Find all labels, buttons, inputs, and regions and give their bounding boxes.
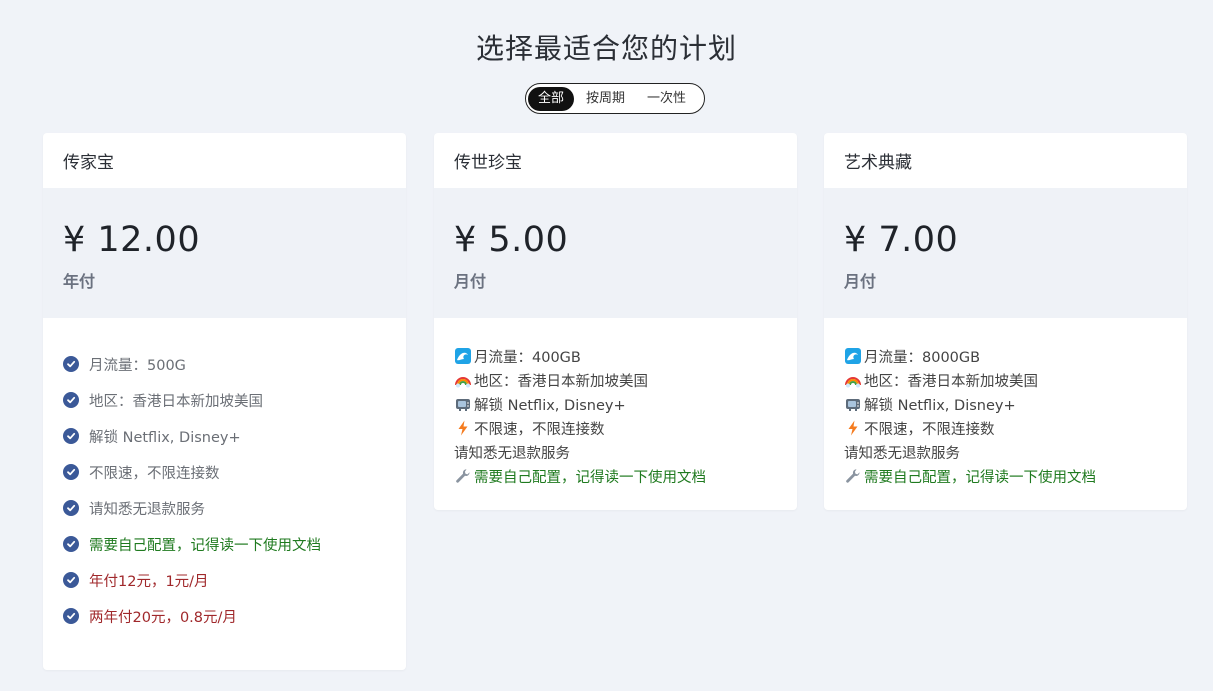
feature-text: 请知悉无退款服务 <box>89 501 205 518</box>
feature-text: 月流量：8000GB <box>864 349 981 366</box>
feature-item: 需要自己配置，记得读一下使用文档 <box>844 464 1167 488</box>
feature-text: 月流量：400GB <box>474 349 581 366</box>
feature-text: 年付12元，1元/月 <box>89 573 209 590</box>
filter-all[interactable]: 全部 <box>528 86 575 111</box>
feature-item: 需要自己配置，记得读一下使用文档 <box>454 464 777 488</box>
check-circle-icon <box>63 464 79 480</box>
plan-card-1[interactable]: 传家宝 ¥ 12.00 年付 月流量：500G 地区：香港日本新加坡美国 解锁 Ne… <box>43 133 406 670</box>
feature-item: 月流量：400GB <box>454 344 777 368</box>
feature-item: 需要自己配置，记得读一下使用文档 <box>63 526 386 562</box>
check-circle-icon <box>63 572 79 588</box>
feature-item: 请知悉无退款服务 <box>63 490 386 526</box>
feature-text: 两年付20元，0.8元/月 <box>89 609 237 626</box>
filter-onetime[interactable]: 一次性 <box>637 87 696 111</box>
plan-card-3[interactable]: 艺术典藏 ¥ 7.00 月付 月流量：8000GB 地区：香港日本新加坡美国 解锁 … <box>824 133 1187 510</box>
feature-list: 月流量：8000GB 地区：香港日本新加坡美国 解锁 Netflix, Disney… <box>824 318 1187 510</box>
feature-text: 不限速，不限连接数 <box>864 421 995 438</box>
plan-filter-toggle: 全部 按周期 一次性 <box>525 83 705 114</box>
feature-text: 需要自己配置，记得读一下使用文档 <box>864 469 1096 486</box>
plan-price-block: ¥ 12.00 年付 <box>43 188 406 318</box>
feature-item: 地区：香港日本新加坡美国 <box>63 382 386 418</box>
feature-item: 解锁 Netflix, Disney+ <box>63 418 386 454</box>
feature-text: 不限速，不限连接数 <box>474 421 605 438</box>
rainbow-icon <box>454 371 472 389</box>
check-circle-icon <box>63 356 79 372</box>
page-title: 选择最适合您的计划 <box>475 32 737 65</box>
plan-price: ¥ 12.00 <box>63 220 201 260</box>
plan-period: 月付 <box>844 272 877 291</box>
check-circle-icon <box>63 500 79 516</box>
feature-list: 月流量：400GB 地区：香港日本新加坡美国 解锁 Netflix, Disney+… <box>434 318 797 510</box>
feature-text: 需要自己配置，记得读一下使用文档 <box>474 469 706 486</box>
feature-item: 地区：香港日本新加坡美国 <box>844 368 1167 392</box>
feature-item: 两年付20元，0.8元/月 <box>63 598 386 634</box>
check-circle-icon <box>63 608 79 624</box>
feature-item: 地区：香港日本新加坡美国 <box>454 368 777 392</box>
feature-text: 请知悉无退款服务 <box>844 445 960 462</box>
plan-name: 传家宝 <box>63 153 114 173</box>
feature-item: 请知悉无退款服务 <box>454 440 777 464</box>
feature-text: 地区：香港日本新加坡美国 <box>864 373 1038 390</box>
wrench-icon <box>454 467 472 485</box>
plan-price-block: ¥ 7.00 月付 <box>824 188 1187 318</box>
feature-text: 不限速，不限连接数 <box>89 465 220 482</box>
wrench-icon <box>844 467 862 485</box>
tv-icon <box>844 395 862 413</box>
check-circle-icon <box>63 428 79 444</box>
filter-periodic[interactable]: 按周期 <box>576 87 635 111</box>
feature-text: 解锁 Netflix, Disney+ <box>89 429 241 446</box>
plan-price-block: ¥ 5.00 月付 <box>434 188 797 318</box>
feature-list: 月流量：500G 地区：香港日本新加坡美国 解锁 Netflix, Disney+ 不… <box>43 318 406 670</box>
feature-item: 月流量：500G <box>63 346 386 382</box>
feature-text: 地区：香港日本新加坡美国 <box>474 373 648 390</box>
feature-text: 地区：香港日本新加坡美国 <box>89 393 263 410</box>
tv-icon <box>454 395 472 413</box>
feature-item: 解锁 Netflix, Disney+ <box>844 392 1167 416</box>
feature-item: 不限速，不限连接数 <box>844 416 1167 440</box>
plan-name: 传世珍宝 <box>454 153 522 173</box>
lightning-icon <box>844 419 862 437</box>
rainbow-icon <box>844 371 862 389</box>
feature-text: 月流量：500G <box>89 357 186 374</box>
feature-item: 不限速，不限连接数 <box>454 416 777 440</box>
feature-item: 年付12元，1元/月 <box>63 562 386 598</box>
plan-name: 艺术典藏 <box>844 153 912 173</box>
check-circle-icon <box>63 536 79 552</box>
feature-item: 请知悉无退款服务 <box>844 440 1167 464</box>
feature-text: 解锁 Netflix, Disney+ <box>864 397 1016 414</box>
feature-text: 需要自己配置，记得读一下使用文档 <box>89 537 321 554</box>
wave-icon <box>844 347 862 365</box>
feature-text: 解锁 Netflix, Disney+ <box>474 397 626 414</box>
plan-card-2[interactable]: 传世珍宝 ¥ 5.00 月付 月流量：400GB 地区：香港日本新加坡美国 解锁 N… <box>434 133 797 510</box>
plan-period: 年付 <box>63 272 96 291</box>
check-circle-icon <box>63 392 79 408</box>
lightning-icon <box>454 419 472 437</box>
feature-item: 月流量：8000GB <box>844 344 1167 368</box>
plan-period: 月付 <box>454 272 487 291</box>
wave-icon <box>454 347 472 365</box>
plan-price: ¥ 7.00 <box>844 220 959 260</box>
plan-price: ¥ 5.00 <box>454 220 569 260</box>
feature-item: 不限速，不限连接数 <box>63 454 386 490</box>
feature-item: 解锁 Netflix, Disney+ <box>454 392 777 416</box>
feature-text: 请知悉无退款服务 <box>454 445 570 462</box>
